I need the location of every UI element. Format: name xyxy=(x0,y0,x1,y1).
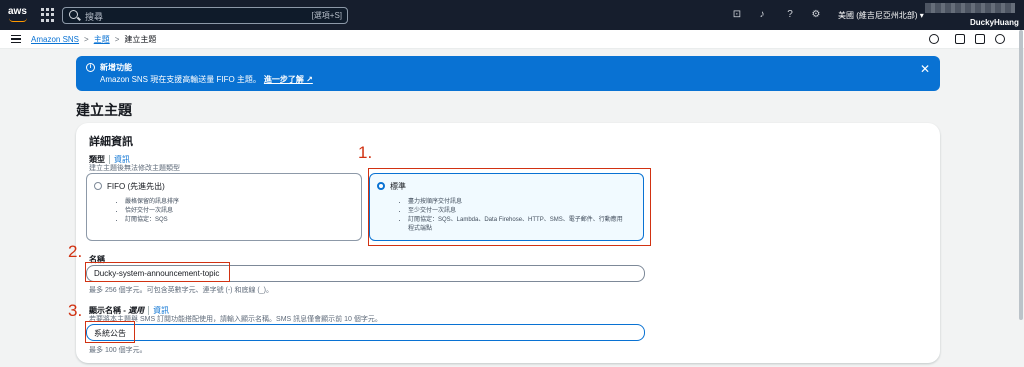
menu-icon[interactable] xyxy=(11,35,21,43)
account-id-redacted xyxy=(925,3,1015,13)
feedback-icon[interactable] xyxy=(955,34,965,44)
panel-icon[interactable] xyxy=(975,34,985,44)
grid-icon[interactable] xyxy=(41,8,55,22)
gear-icon[interactable]: ⚙ xyxy=(810,9,822,21)
breadcrumb-separator: > xyxy=(84,35,89,44)
breadcrumb-separator: > xyxy=(114,35,120,44)
search-icon xyxy=(69,10,78,19)
breadcrumb-topics[interactable]: 主題 xyxy=(94,34,110,45)
name-hint: 最多 256 個字元。可包含英數字元、連字號 (-) 和底線 (_)。 xyxy=(89,287,273,294)
info-icon: i xyxy=(86,63,95,72)
aws-logo[interactable]: aws xyxy=(8,6,30,24)
annotation-number-1: 1. xyxy=(358,143,373,162)
bell-icon[interactable]: ♪ xyxy=(756,9,768,21)
region-selector[interactable]: 美國 (維吉尼亞州北部) ▾ xyxy=(838,10,924,21)
display-name-field[interactable]: 系統公告 xyxy=(86,324,645,341)
display-name-hint: 最多 100 個字元。 xyxy=(89,347,147,354)
banner-title: 新增功能 xyxy=(100,63,132,72)
details-heading: 詳細資訊 xyxy=(89,136,133,148)
help-icon[interactable]: ? xyxy=(784,9,796,21)
annotation-box-3 xyxy=(85,321,135,343)
top-navigation-bar: aws 搜尋 [選項+S] ⊡ ♪ ? ⚙ 美國 (維吉尼亞州北部) ▾ Duc… xyxy=(0,0,1024,30)
fifo-option[interactable]: FIFO (先進先出) 嚴格保留的訊息排序 恰好交付一次訊息 訂閱協定：SQS xyxy=(86,173,362,241)
close-icon[interactable]: ✕ xyxy=(920,62,930,76)
feature-banner: i 新增功能 Amazon SNS 現在支援高輸送量 FIFO 主題。 進一步了解… xyxy=(76,56,940,91)
info-icon[interactable] xyxy=(929,34,939,44)
search-shortcut: [選項+S] xyxy=(311,11,342,20)
annotation-box-2 xyxy=(85,262,230,282)
banner-text: Amazon SNS 現在支援高輸送量 FIFO 主題。 進一步了解 ↗ xyxy=(100,75,313,84)
list-item: 恰好交付一次訊息 xyxy=(125,207,179,216)
page-scrollbar[interactable] xyxy=(1019,30,1023,320)
fifo-title: FIFO (先進先出) xyxy=(107,182,165,191)
learn-more-link[interactable]: 進一步了解 ↗ xyxy=(264,75,313,84)
type-description: 建立主題後無法修改主題類型 xyxy=(89,165,180,172)
breadcrumb: Amazon SNS > 主題 > 建立主題 xyxy=(31,34,156,45)
breadcrumb-bar: Amazon SNS > 主題 > 建立主題 xyxy=(0,30,1024,49)
search-placeholder: 搜尋 xyxy=(85,12,104,22)
annotation-number-2: 2. xyxy=(68,242,83,261)
fifo-radio[interactable] xyxy=(94,182,102,190)
list-item: 訂閱協定：SQS xyxy=(125,216,179,225)
search-input[interactable]: 搜尋 [選項+S] xyxy=(62,7,348,24)
list-item: 嚴格保留的訊息排序 xyxy=(125,198,179,207)
settings-icon[interactable] xyxy=(995,34,1005,44)
annotation-box-1 xyxy=(368,168,651,246)
terminal-icon[interactable]: ⊡ xyxy=(731,9,743,21)
annotation-number-3: 3. xyxy=(68,301,83,320)
breadcrumb-current: 建立主題 xyxy=(124,35,157,44)
account-menu[interactable]: DuckyHuang xyxy=(970,18,1019,27)
page-title: 建立主題 xyxy=(76,102,132,118)
fifo-features: 嚴格保留的訊息排序 恰好交付一次訊息 訂閱協定：SQS xyxy=(125,198,179,225)
breadcrumb-sns[interactable]: Amazon SNS xyxy=(31,35,79,44)
